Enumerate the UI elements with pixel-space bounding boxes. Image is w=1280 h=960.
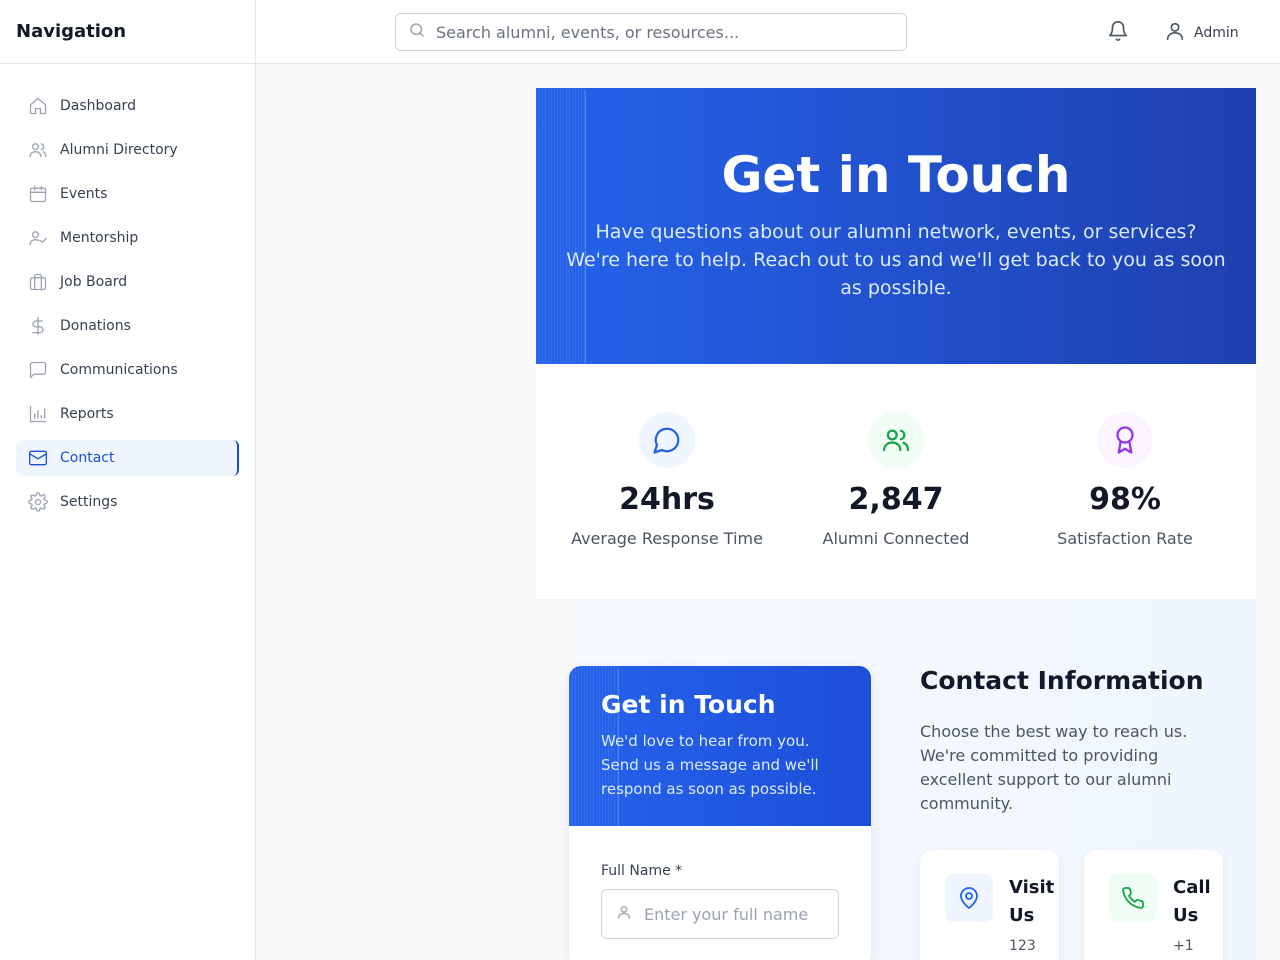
home-icon <box>28 96 48 116</box>
hero-subtitle: Have questions about our alumni network,… <box>566 221 1226 299</box>
message-circle-icon <box>639 412 695 468</box>
sidebar-item-label: Events <box>60 186 108 202</box>
mail-icon <box>28 448 48 468</box>
user-icon <box>1164 20 1186 46</box>
contact-info-title: Contact Information <box>920 666 1204 695</box>
contact-form-card: Get in Touch We'd love to hear from you.… <box>569 666 871 960</box>
full-name-field[interactable] <box>601 889 839 939</box>
stat-value: 98% <box>1089 482 1161 517</box>
full-name-input[interactable] <box>644 904 834 924</box>
sidebar-item-label: Communications <box>60 362 178 378</box>
sidebar-item-job-board[interactable]: Job Board <box>16 264 239 300</box>
search-icon <box>408 21 426 43</box>
sidebar-item-dashboard[interactable]: Dashboard <box>16 88 239 124</box>
sidebar-title: Navigation <box>16 21 127 42</box>
message-icon <box>28 360 48 380</box>
sidebar-nav: Dashboard Alumni Directory Events Mentor… <box>0 64 255 520</box>
users-icon <box>868 412 924 468</box>
sidebar-item-settings[interactable]: Settings <box>16 484 239 520</box>
form-body: Full Name * <box>569 826 871 939</box>
full-name-label: Full Name * <box>601 863 683 879</box>
sidebar-item-mentorship[interactable]: Mentorship <box>16 220 239 256</box>
sidebar-item-label: Job Board <box>60 274 128 290</box>
user-name: Admin <box>1194 25 1239 41</box>
search-input[interactable] <box>436 22 896 42</box>
form-title: Get in Touch <box>601 690 776 719</box>
gear-icon <box>28 492 48 512</box>
map-pin-icon <box>945 874 993 922</box>
hero-title: Get in Touch <box>721 146 1071 204</box>
bell-icon <box>1107 21 1129 46</box>
dollar-icon <box>28 316 48 336</box>
sidebar-item-communications[interactable]: Communications <box>16 352 239 388</box>
sidebar-item-alumni-directory[interactable]: Alumni Directory <box>16 132 239 168</box>
award-icon <box>1097 412 1153 468</box>
briefcase-icon <box>28 272 48 292</box>
user-check-icon <box>28 228 48 248</box>
stats-section: 24hrs Average Response Time 2,847 Alumni… <box>536 364 1256 600</box>
user-menu[interactable]: Admin <box>1164 20 1239 46</box>
sidebar: Navigation Dashboard Alumni Directory Ev… <box>0 0 256 960</box>
topbar: Admin <box>256 0 1280 64</box>
stat-value: 2,847 <box>848 482 944 517</box>
stat-label: Average Response Time <box>571 529 763 548</box>
stat-response-time: 24hrs Average Response Time <box>552 412 782 548</box>
notifications-button[interactable] <box>1107 20 1131 44</box>
contact-info-subtitle: Choose the best way to reach us. We're c… <box>920 722 1188 813</box>
info-card-text: +1 <box>1173 938 1194 954</box>
sidebar-header: Navigation <box>0 0 255 64</box>
sidebar-item-label: Mentorship <box>60 230 139 246</box>
stat-label: Alumni Connected <box>822 529 970 548</box>
info-card-text: 123 <box>1009 938 1036 954</box>
sidebar-item-donations[interactable]: Donations <box>16 308 239 344</box>
phone-icon <box>1109 874 1157 922</box>
info-card-title: Visit Us <box>1009 877 1055 926</box>
sidebar-item-reports[interactable]: Reports <box>16 396 239 432</box>
form-subtitle: We'd love to hear from you. Send us a me… <box>601 732 819 798</box>
search-box[interactable] <box>395 13 907 51</box>
bar-chart-icon <box>28 404 48 424</box>
sidebar-item-label: Settings <box>60 494 118 510</box>
call-us-card[interactable]: Call Us +1 <box>1084 850 1223 960</box>
form-header: Get in Touch We'd love to hear from you.… <box>569 666 871 826</box>
sidebar-item-contact[interactable]: Contact <box>16 440 239 476</box>
user-icon <box>616 904 632 924</box>
sidebar-item-label: Alumni Directory <box>60 142 178 158</box>
hero-banner: Get in Touch Have questions about our al… <box>536 88 1256 364</box>
users-icon <box>28 140 48 160</box>
info-card-title: Call Us <box>1173 877 1211 926</box>
visit-us-card[interactable]: Visit Us 123 <box>920 850 1059 960</box>
sidebar-item-label: Contact <box>60 450 115 466</box>
sidebar-item-events[interactable]: Events <box>16 176 239 212</box>
stat-alumni-connected: 2,847 Alumni Connected <box>781 412 1011 548</box>
calendar-icon <box>28 184 48 204</box>
sidebar-item-label: Dashboard <box>60 98 136 114</box>
stat-satisfaction-rate: 98% Satisfaction Rate <box>1010 412 1240 548</box>
sidebar-item-label: Donations <box>60 318 131 334</box>
stat-label: Satisfaction Rate <box>1057 529 1193 548</box>
stat-value: 24hrs <box>619 482 715 517</box>
sidebar-item-label: Reports <box>60 406 114 422</box>
